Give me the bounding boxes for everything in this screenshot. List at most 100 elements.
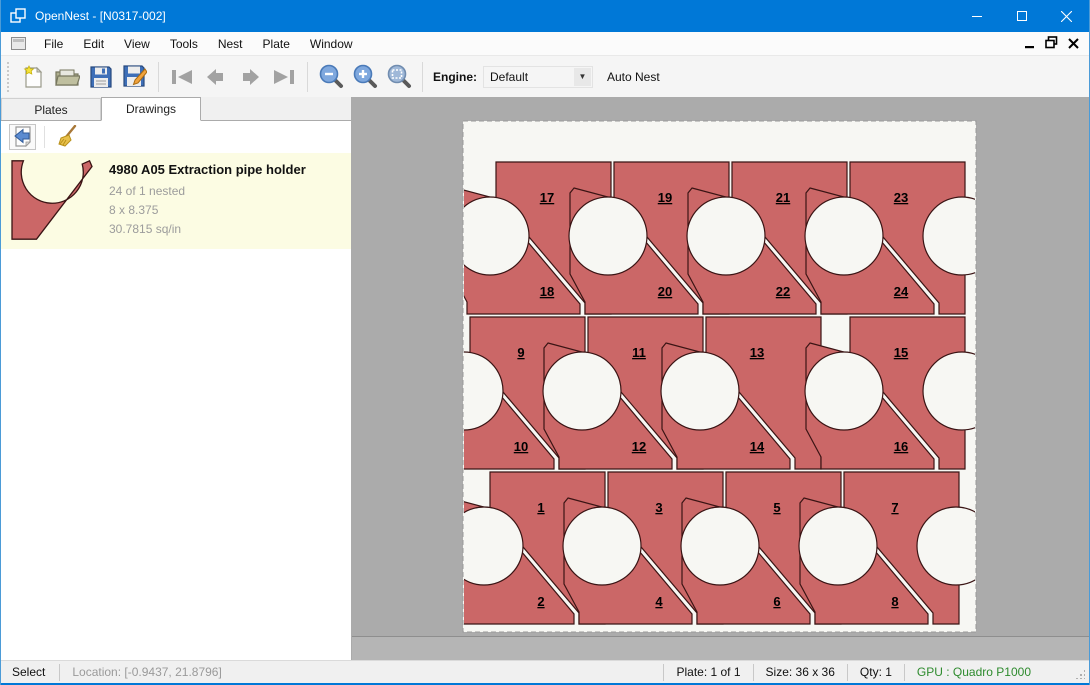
menu-item-nest[interactable]: Nest (208, 33, 253, 55)
tab-plates[interactable]: Plates (1, 98, 101, 120)
drawing-area: 30.7815 sq/in (109, 220, 306, 239)
save-button[interactable] (86, 61, 116, 93)
toolbar-separator (307, 62, 308, 92)
mdi-minimize-button[interactable] (1022, 34, 1037, 49)
part-number-label: 14 (750, 439, 765, 454)
part-number-label: 19 (658, 190, 672, 205)
panel-tab-strip: PlatesDrawings (1, 97, 351, 121)
part-number-label: 9 (517, 345, 524, 360)
save-icon (90, 66, 112, 88)
minimize-button[interactable] (954, 0, 999, 32)
new-file-button[interactable] (18, 61, 48, 93)
part-number-label: 3 (655, 500, 662, 515)
circle-cutout (681, 507, 759, 585)
circle-cutout (687, 197, 765, 275)
mdi-minimize-icon (1025, 37, 1034, 49)
nest-plate[interactable]: 171819202122232491011121314151612345678 (462, 120, 977, 633)
last-plate-button[interactable] (269, 61, 299, 93)
mdi-restore-button[interactable] (1044, 34, 1059, 49)
mdi-window-controls (1022, 34, 1081, 49)
status-qty: Qty: 1 (848, 665, 904, 679)
go-last-icon (272, 68, 296, 86)
nest-canvas[interactable]: 171819202122232491011121314151612345678 (352, 97, 1089, 660)
go-first-icon (170, 68, 194, 86)
main-toolbar: Engine: Default ▼ Auto Nest (1, 56, 1089, 97)
circle-cutout (661, 352, 739, 430)
toolbar-grip[interactable] (6, 62, 10, 92)
app-window: OpenNest - [N0317-002] FileEditViewTools… (0, 0, 1090, 685)
zoom-fit-icon (387, 64, 412, 89)
open-folder-icon (54, 66, 80, 88)
status-plate: Plate: 1 of 1 (664, 665, 752, 679)
part-number-label: 21 (776, 190, 790, 205)
part-number-label: 1 (537, 500, 544, 515)
drawings-toolbar (1, 121, 351, 152)
mdi-close-icon (1068, 37, 1079, 49)
zoom-out-button[interactable] (316, 61, 346, 93)
previous-plate-button[interactable] (201, 61, 231, 93)
part-number-label: 11 (632, 345, 646, 360)
close-button[interactable] (1044, 0, 1089, 32)
first-plate-button[interactable] (167, 61, 197, 93)
part-number-label: 13 (750, 345, 764, 360)
part-number-label: 10 (514, 439, 528, 454)
menu-item-tools[interactable]: Tools (160, 33, 208, 55)
tab-drawings[interactable]: Drawings (101, 97, 201, 121)
menu-bar: FileEditViewToolsNestPlateWindow (1, 32, 1089, 56)
status-size: Size: 36 x 36 (754, 665, 847, 679)
new-file-icon (22, 65, 44, 89)
circle-cutout (563, 507, 641, 585)
app-icon (10, 8, 27, 24)
next-plate-button[interactable] (235, 61, 265, 93)
part-number-label: 5 (773, 500, 780, 515)
part-number-label: 20 (658, 284, 672, 299)
clear-drawings-button[interactable] (53, 124, 80, 150)
part-number-label: 15 (894, 345, 908, 360)
menu-item-plate[interactable]: Plate (253, 33, 300, 55)
go-next-icon (239, 68, 261, 86)
toolbar-separator (422, 62, 423, 92)
part-number-label: 2 (537, 594, 544, 609)
part-number-label: 16 (894, 439, 908, 454)
chevron-down-icon[interactable]: ▼ (574, 68, 591, 86)
circle-cutout (569, 197, 647, 275)
import-drawing-icon (13, 126, 33, 147)
engine-select[interactable]: Default ▼ (483, 66, 593, 88)
maximize-button[interactable] (999, 0, 1044, 32)
document-icon[interactable] (11, 37, 26, 50)
menu-item-edit[interactable]: Edit (73, 33, 114, 55)
part-number-label: 17 (540, 190, 554, 205)
list-item[interactable]: 4980 A05 Extraction pipe holder 24 of 1 … (1, 153, 351, 249)
save-as-button[interactable] (120, 61, 150, 93)
status-mode: Select (1, 665, 59, 679)
toolbar-separator (158, 62, 159, 92)
drawing-nested-count: 24 of 1 nested (109, 182, 306, 201)
title-bar[interactable]: OpenNest - [N0317-002] (1, 0, 1089, 32)
engine-label: Engine: (433, 70, 477, 84)
part-number-label: 24 (894, 284, 909, 299)
menu-item-file[interactable]: File (34, 33, 73, 55)
zoom-fit-button[interactable] (384, 61, 414, 93)
window-title: OpenNest - [N0317-002] (35, 9, 166, 23)
zoom-out-icon (319, 64, 344, 89)
status-location: Location: [-0.9437, 21.8796] (60, 665, 233, 679)
status-gpu: GPU : Quadro P1000 (905, 665, 1043, 679)
status-bar: Select Location: [-0.9437, 21.8796] Plat… (1, 660, 1089, 683)
menu-item-window[interactable]: Window (300, 33, 363, 55)
open-file-button[interactable] (52, 61, 82, 93)
mdi-close-button[interactable] (1066, 34, 1081, 49)
resize-grip[interactable] (1075, 669, 1085, 679)
part-number-label: 23 (894, 190, 908, 205)
import-drawing-button[interactable] (9, 124, 36, 150)
circle-cutout (543, 352, 621, 430)
menu-item-view[interactable]: View (114, 33, 160, 55)
auto-nest-button[interactable]: Auto Nest (607, 70, 660, 84)
minimize-icon (972, 11, 982, 21)
drawing-title: 4980 A05 Extraction pipe holder (109, 162, 306, 177)
horizontal-scrollbar[interactable] (352, 636, 1089, 660)
zoom-in-icon (353, 64, 378, 89)
zoom-in-button[interactable] (350, 61, 380, 93)
drawings-list: 4980 A05 Extraction pipe holder 24 of 1 … (1, 153, 351, 660)
save-as-icon (123, 65, 147, 88)
part-number-label: 8 (891, 594, 898, 609)
